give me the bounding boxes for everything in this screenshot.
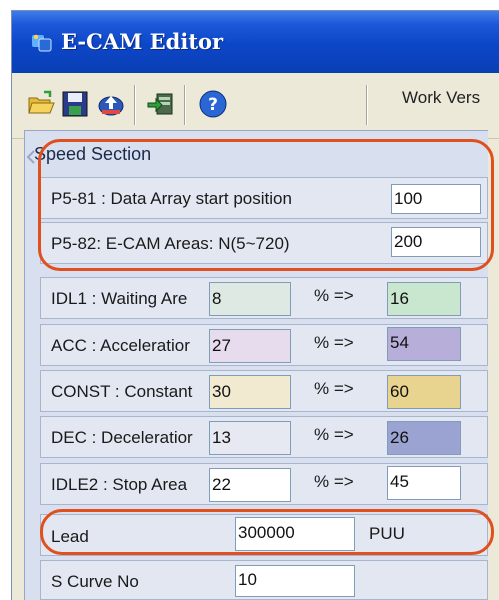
- start-position-input[interactable]: 100: [391, 184, 481, 214]
- area-row-const: CONST : Constant 30 % => 60: [40, 370, 488, 412]
- area-row-dec: DEC : Deceleratior 13 % => 26: [40, 416, 488, 458]
- area-result-field: 54: [387, 327, 461, 361]
- window-title: E-CAM Editor: [61, 29, 224, 54]
- area-percent-input[interactable]: 13: [209, 421, 291, 455]
- area-result-field: 45: [387, 466, 461, 500]
- svg-text:?: ?: [208, 95, 218, 115]
- area-result-field: 26: [387, 421, 461, 455]
- area-label: IDLE2 : Stop Area: [51, 475, 188, 494]
- toolbar-separator: [134, 85, 136, 125]
- upload-icon[interactable]: [96, 89, 126, 119]
- start-position-label: P5-81 : Data Array start position: [51, 189, 292, 208]
- area-percent-input[interactable]: 22: [209, 468, 291, 502]
- area-result-field: 60: [387, 375, 461, 409]
- download-icon[interactable]: [146, 89, 176, 119]
- area-percent-input[interactable]: 8: [209, 282, 291, 316]
- work-version-label: Work Vers: [402, 88, 481, 107]
- open-folder-icon[interactable]: [26, 89, 56, 119]
- s-curve-input[interactable]: 10: [235, 565, 355, 597]
- area-row-acc: ACC : Acceleratior 27 % => 54: [40, 324, 488, 366]
- area-row-idle2: IDLE2 : Stop Area 22 % => 45: [40, 463, 488, 505]
- lead-input[interactable]: 300000: [235, 517, 355, 551]
- start-position-row: P5-81 : Data Array start position 100: [40, 177, 488, 219]
- area-percent-input[interactable]: 30: [209, 375, 291, 409]
- area-label: DEC : Deceleratior: [51, 428, 193, 447]
- percent-arrow: % =>: [314, 472, 354, 491]
- app-icon: [32, 34, 52, 52]
- area-row-idl1: IDL1 : Waiting Are 8 % => 16: [40, 277, 488, 319]
- title-bar[interactable]: E-CAM Editor: [12, 11, 499, 73]
- area-label: CONST : Constant: [51, 382, 193, 401]
- percent-arrow: % =>: [314, 333, 354, 352]
- area-label: IDL1 : Waiting Are: [51, 289, 188, 308]
- cam-areas-label: P5-82: E-CAM Areas: N(5~720): [51, 234, 290, 253]
- help-icon[interactable]: ?: [198, 89, 228, 119]
- toolbar-separator: [366, 85, 368, 125]
- cam-areas-input[interactable]: 200: [391, 227, 481, 257]
- cam-areas-row: P5-82: E-CAM Areas: N(5~720) 200: [40, 222, 488, 264]
- percent-arrow: % =>: [314, 425, 354, 444]
- lead-row: Lead 300000 PUU: [40, 514, 488, 556]
- section-title: Speed Section: [34, 144, 152, 164]
- toolbar-separator: [184, 85, 186, 125]
- area-label: ACC : Acceleratior: [51, 336, 190, 355]
- save-icon[interactable]: [60, 89, 90, 119]
- area-result-field: 16: [387, 282, 461, 316]
- percent-arrow: % =>: [314, 286, 354, 305]
- lead-label: Lead: [51, 527, 89, 546]
- lead-unit: PUU: [369, 524, 405, 543]
- percent-arrow: % =>: [314, 379, 354, 398]
- area-percent-input[interactable]: 27: [209, 329, 291, 363]
- s-curve-label: S Curve No: [51, 572, 139, 591]
- s-curve-row: S Curve No 10: [40, 560, 488, 600]
